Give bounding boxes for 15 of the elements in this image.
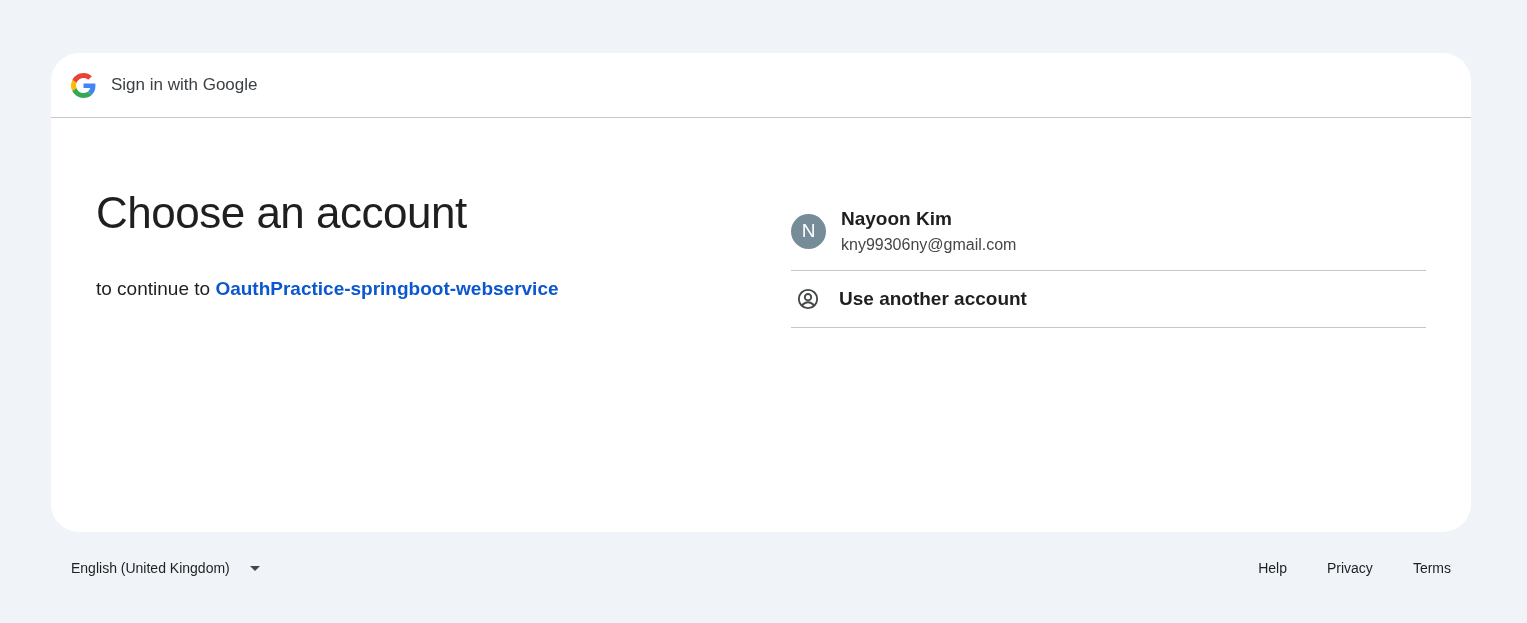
language-dropdown[interactable]: English (United Kingdom) [71,550,260,586]
google-logo-icon [71,72,96,98]
account-email: kny99306ny@gmail.com [841,236,1017,254]
caret-icon [249,565,260,571]
header-title: Sign in with Google [111,75,258,95]
footer-link[interactable]: Privacy [1326,560,1373,576]
use-another-account-link[interactable]: Use another account [839,288,1027,310]
avatar-circle: N [791,213,826,249]
account-name[interactable]: Nayoon Kim [841,208,1017,230]
app-name-link[interactable]: OauthPractice-springboot-webservice [215,278,559,299]
continue-text: to continue to OauthPractice-springboot-webservice [96,278,560,300]
person-circle-icon [797,288,819,310]
footer-link[interactable]: Terms [1412,560,1451,576]
page-heading: Choose an account [96,188,468,238]
footer-link[interactable]: Help [1258,560,1287,576]
